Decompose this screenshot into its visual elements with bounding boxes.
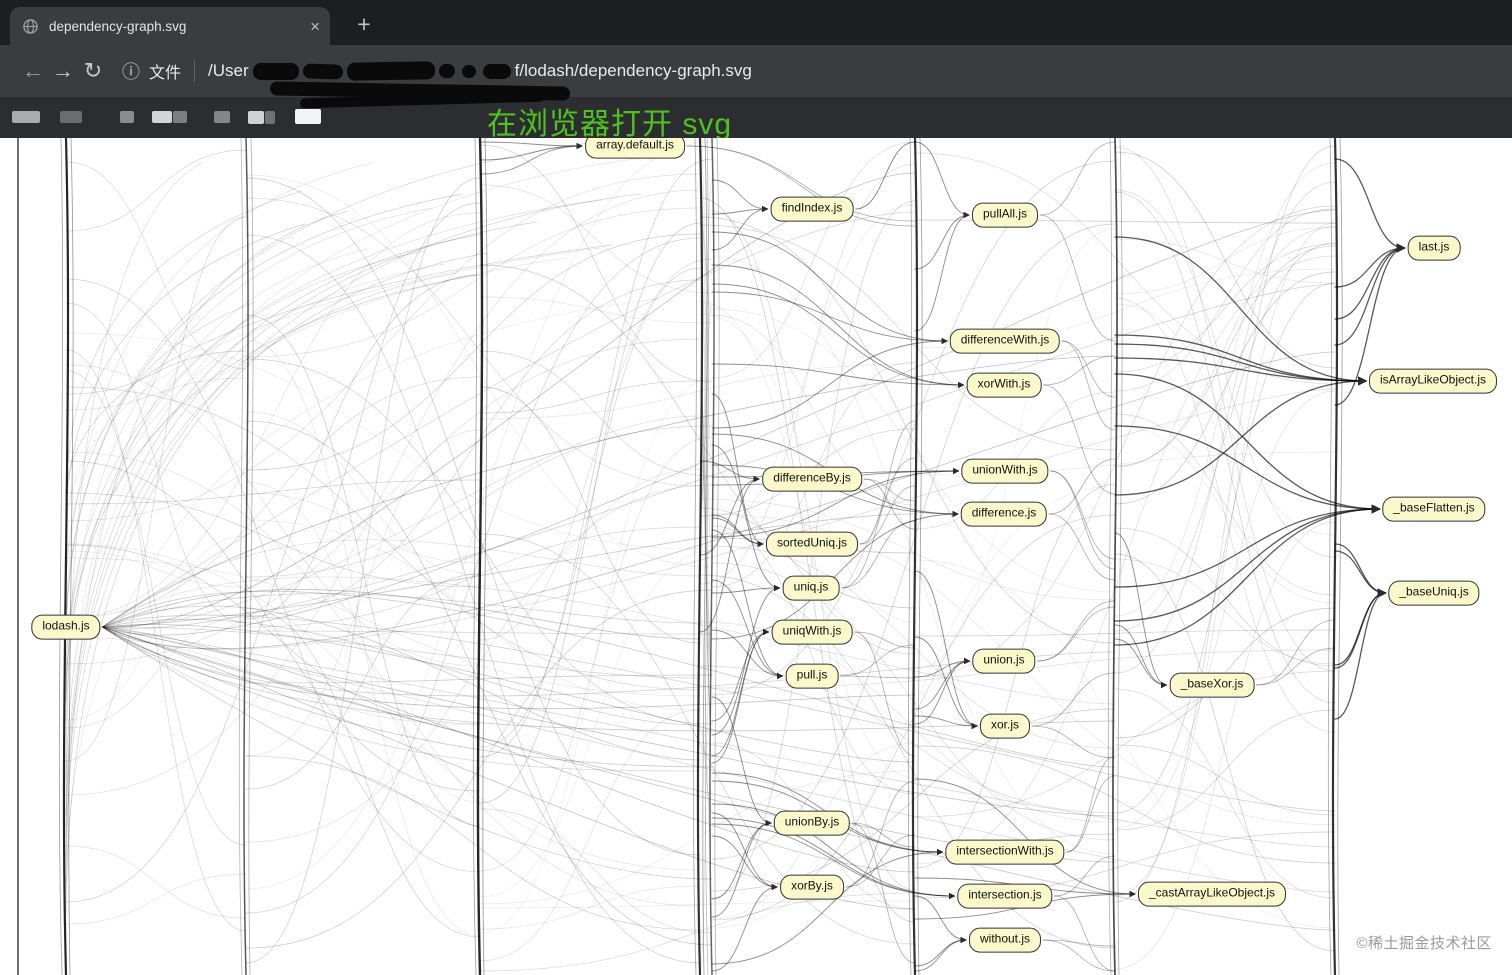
redacted-bookmark[interactable] — [248, 111, 264, 124]
graph-node-_baseUniq.js: _baseUniq.js — [1388, 580, 1480, 606]
graph-node-xorWith.js: xorWith.js — [966, 372, 1042, 398]
redacted-bookmark[interactable] — [214, 111, 230, 123]
graph-node-unionWith.js: unionWith.js — [961, 458, 1049, 484]
redacted-bookmark[interactable] — [120, 111, 134, 123]
page-info-icon[interactable]: ⓘ — [122, 58, 140, 84]
graph-node-_baseFlatten.js: _baseFlatten.js — [1382, 496, 1486, 522]
graph-node-lodash.js: lodash.js — [31, 614, 101, 640]
reload-button-icon[interactable]: ↻ — [78, 58, 108, 84]
graph-node-last.js: last.js — [1407, 235, 1461, 261]
redacted-bookmark[interactable] — [295, 109, 321, 124]
redacted-bookmark[interactable] — [60, 111, 82, 123]
redacted-bookmark[interactable] — [152, 111, 172, 123]
graph-node-findIndex.js: findIndex.js — [770, 196, 854, 222]
graph-node-intersectionWith.js: intersectionWith.js — [945, 839, 1065, 865]
graph-node-_baseXor.js: _baseXor.js — [1169, 672, 1255, 698]
graph-node-pullAll.js: pullAll.js — [971, 202, 1039, 228]
file-scheme-label: 文件 — [149, 65, 182, 82]
navigation-toolbar: ← → ↻ ⓘ 文件 /User f/lodash/dependency-gra… — [0, 45, 1512, 97]
graph-node-differenceBy.js: differenceBy.js — [762, 466, 862, 492]
graph-node-differenceWith.js: differenceWith.js — [949, 328, 1061, 354]
redacted-bookmark[interactable] — [265, 111, 275, 124]
browser-tab[interactable]: dependency-graph.svg × — [10, 7, 330, 45]
annotation-text: 在浏览器打开 svg — [487, 108, 733, 141]
forward-button-icon[interactable]: → — [48, 58, 78, 84]
url-suffix: f/lodash/dependency-graph.svg — [514, 61, 752, 80]
graph-node-unionBy.js: unionBy.js — [773, 810, 851, 836]
globe-favicon-icon — [22, 18, 39, 35]
new-tab-button[interactable]: + — [348, 8, 380, 40]
graph-node-xor.js: xor.js — [979, 713, 1031, 739]
back-button-icon[interactable]: ← — [18, 58, 48, 84]
url-text: /User f/lodash/dependency-graph.svg — [208, 61, 752, 81]
svg-viewport: array.default.js findIndex.js pullAll.js la… — [0, 138, 1512, 975]
redaction-blob — [461, 64, 476, 78]
tab-close-icon[interactable]: × — [310, 18, 320, 35]
graph-node-pull.js: pull.js — [785, 663, 839, 689]
graph-node-_castArrayLikeObject.js: _castArrayLikeObject.js — [1137, 881, 1287, 907]
graph-node-difference.js: difference.js — [960, 501, 1048, 527]
watermark: ©稀土掘金技术社区 — [1356, 935, 1492, 952]
graph-node-intersection.js: intersection.js — [957, 883, 1053, 909]
redacted-bookmark[interactable] — [173, 111, 187, 123]
redaction-blob — [252, 62, 299, 80]
graph-node-xorBy.js: xorBy.js — [780, 874, 844, 900]
redaction-blob — [482, 63, 511, 79]
dependency-graph-nodes: array.default.js findIndex.js pullAll.js la… — [0, 138, 1512, 975]
url-prefix: /User — [208, 61, 249, 80]
graph-node-sortedUniq.js: sortedUniq.js — [765, 531, 859, 557]
bookmarks-bar — [0, 97, 1512, 138]
graph-node-without.js: without.js — [968, 927, 1042, 953]
url-divider — [194, 60, 196, 82]
graph-node-isArrayLikeObject.js: isArrayLikeObject.js — [1368, 368, 1498, 394]
redaction-blob — [346, 61, 435, 81]
address-bar[interactable]: ⓘ 文件 /User f/lodash/dependency-graph.svg — [122, 58, 1494, 84]
tab-strip: dependency-graph.svg × + — [0, 0, 1512, 45]
redaction-blob — [438, 64, 455, 78]
graph-node-array.default.js: array.default.js — [585, 138, 685, 159]
redaction-blob — [302, 62, 343, 80]
graph-node-uniq.js: uniq.js — [782, 575, 840, 601]
tab-title: dependency-graph.svg — [49, 18, 187, 34]
graph-node-uniqWith.js: uniqWith.js — [771, 619, 853, 645]
graph-node-union.js: union.js — [972, 648, 1036, 674]
redacted-bookmark[interactable] — [12, 111, 40, 123]
